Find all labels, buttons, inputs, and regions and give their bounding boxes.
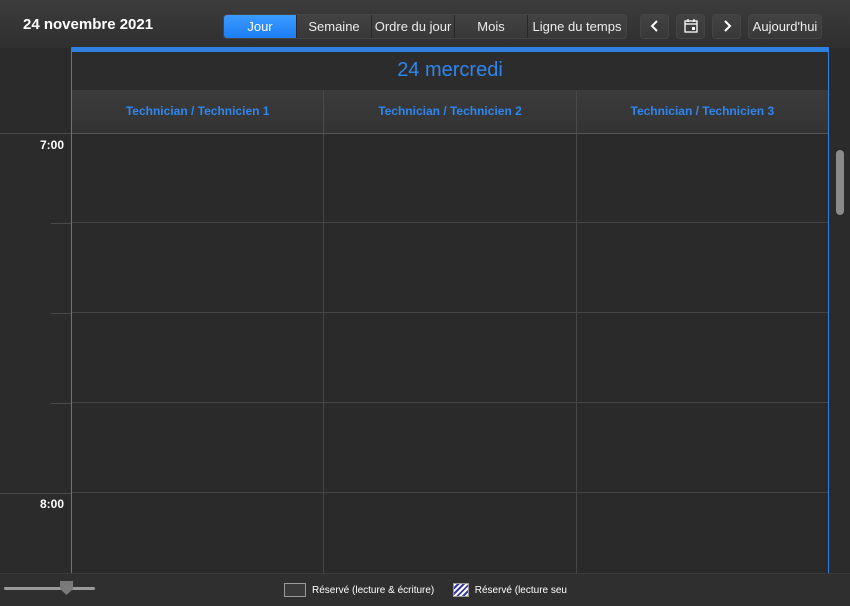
day-header[interactable]: 24 mercredi bbox=[72, 52, 828, 91]
view-week-button[interactable]: Semaine bbox=[296, 15, 371, 38]
date-title: 24 novembre 2021 bbox=[23, 16, 154, 33]
slot-line bbox=[324, 222, 576, 223]
legend-item: Réservé (lecture seu bbox=[453, 583, 567, 597]
slot-line bbox=[324, 312, 576, 313]
view-day-button[interactable]: Jour bbox=[224, 15, 296, 38]
footer: Réservé (lecture & écriture) Réservé (le… bbox=[0, 573, 850, 606]
slot-tick bbox=[51, 403, 71, 404]
hour-label: 7:00 bbox=[39, 138, 64, 152]
slot-line bbox=[72, 222, 324, 223]
slot-line bbox=[72, 492, 324, 493]
view-agenda-button[interactable]: Ordre du jour bbox=[371, 15, 454, 38]
slot-tick bbox=[51, 223, 71, 224]
legend-label: Réservé (lecture & écriture) bbox=[312, 584, 435, 596]
resource-header: Technician / Technicien 2 bbox=[323, 91, 575, 133]
legend-swatch-hatched bbox=[453, 583, 469, 597]
view-timeline-button[interactable]: Ligne du temps bbox=[527, 15, 626, 38]
slot-line bbox=[576, 312, 828, 313]
resource-header: Technician / Technicien 3 bbox=[575, 91, 828, 133]
slot-line bbox=[576, 492, 828, 493]
hour-label: 8:00 bbox=[39, 497, 64, 511]
slot-line bbox=[72, 312, 324, 313]
legend-item: Réservé (lecture & écriture) bbox=[284, 583, 434, 597]
resource-header-row: Technician / Technicien 1 Technician / T… bbox=[72, 91, 828, 134]
day-view: 24 mercredi Technician / Technicien 1 Te… bbox=[71, 47, 829, 577]
slot-line bbox=[324, 402, 576, 403]
calendar-picker-button[interactable] bbox=[676, 14, 705, 39]
time-gutter: 7:00 8:00 bbox=[0, 48, 71, 573]
zoom-slider[interactable] bbox=[4, 587, 95, 590]
slot-line bbox=[576, 222, 828, 223]
slot-line bbox=[324, 492, 576, 493]
time-grid bbox=[72, 134, 828, 576]
prev-button[interactable] bbox=[640, 14, 669, 39]
view-month-button[interactable]: Mois bbox=[454, 15, 527, 38]
chevron-left-icon bbox=[650, 20, 658, 32]
resource-column[interactable] bbox=[72, 134, 324, 576]
scrollbar-thumb[interactable] bbox=[836, 150, 844, 215]
chevron-right-icon bbox=[723, 20, 731, 32]
resource-column[interactable] bbox=[323, 134, 576, 576]
view-switcher: Jour Semaine Ordre du jour Mois Ligne du… bbox=[223, 14, 627, 39]
legend-swatch-solid bbox=[284, 583, 306, 597]
hour-line bbox=[0, 493, 71, 494]
vertical-scrollbar[interactable] bbox=[830, 48, 850, 573]
next-button[interactable] bbox=[712, 14, 741, 39]
today-button[interactable]: Aujourd'hui bbox=[748, 14, 822, 39]
slot-line bbox=[576, 402, 828, 403]
legend-label: Réservé (lecture seu bbox=[474, 584, 567, 596]
gutter-separator bbox=[0, 133, 71, 134]
resource-column[interactable] bbox=[575, 134, 828, 576]
slot-tick bbox=[51, 313, 71, 314]
toolbar: 24 novembre 2021 Jour Semaine Ordre du j… bbox=[0, 0, 850, 49]
slot-line bbox=[72, 402, 324, 403]
calendar-icon bbox=[683, 19, 698, 33]
resource-header: Technician / Technicien 1 bbox=[125, 104, 270, 118]
zoom-slider-handle[interactable] bbox=[60, 581, 73, 595]
